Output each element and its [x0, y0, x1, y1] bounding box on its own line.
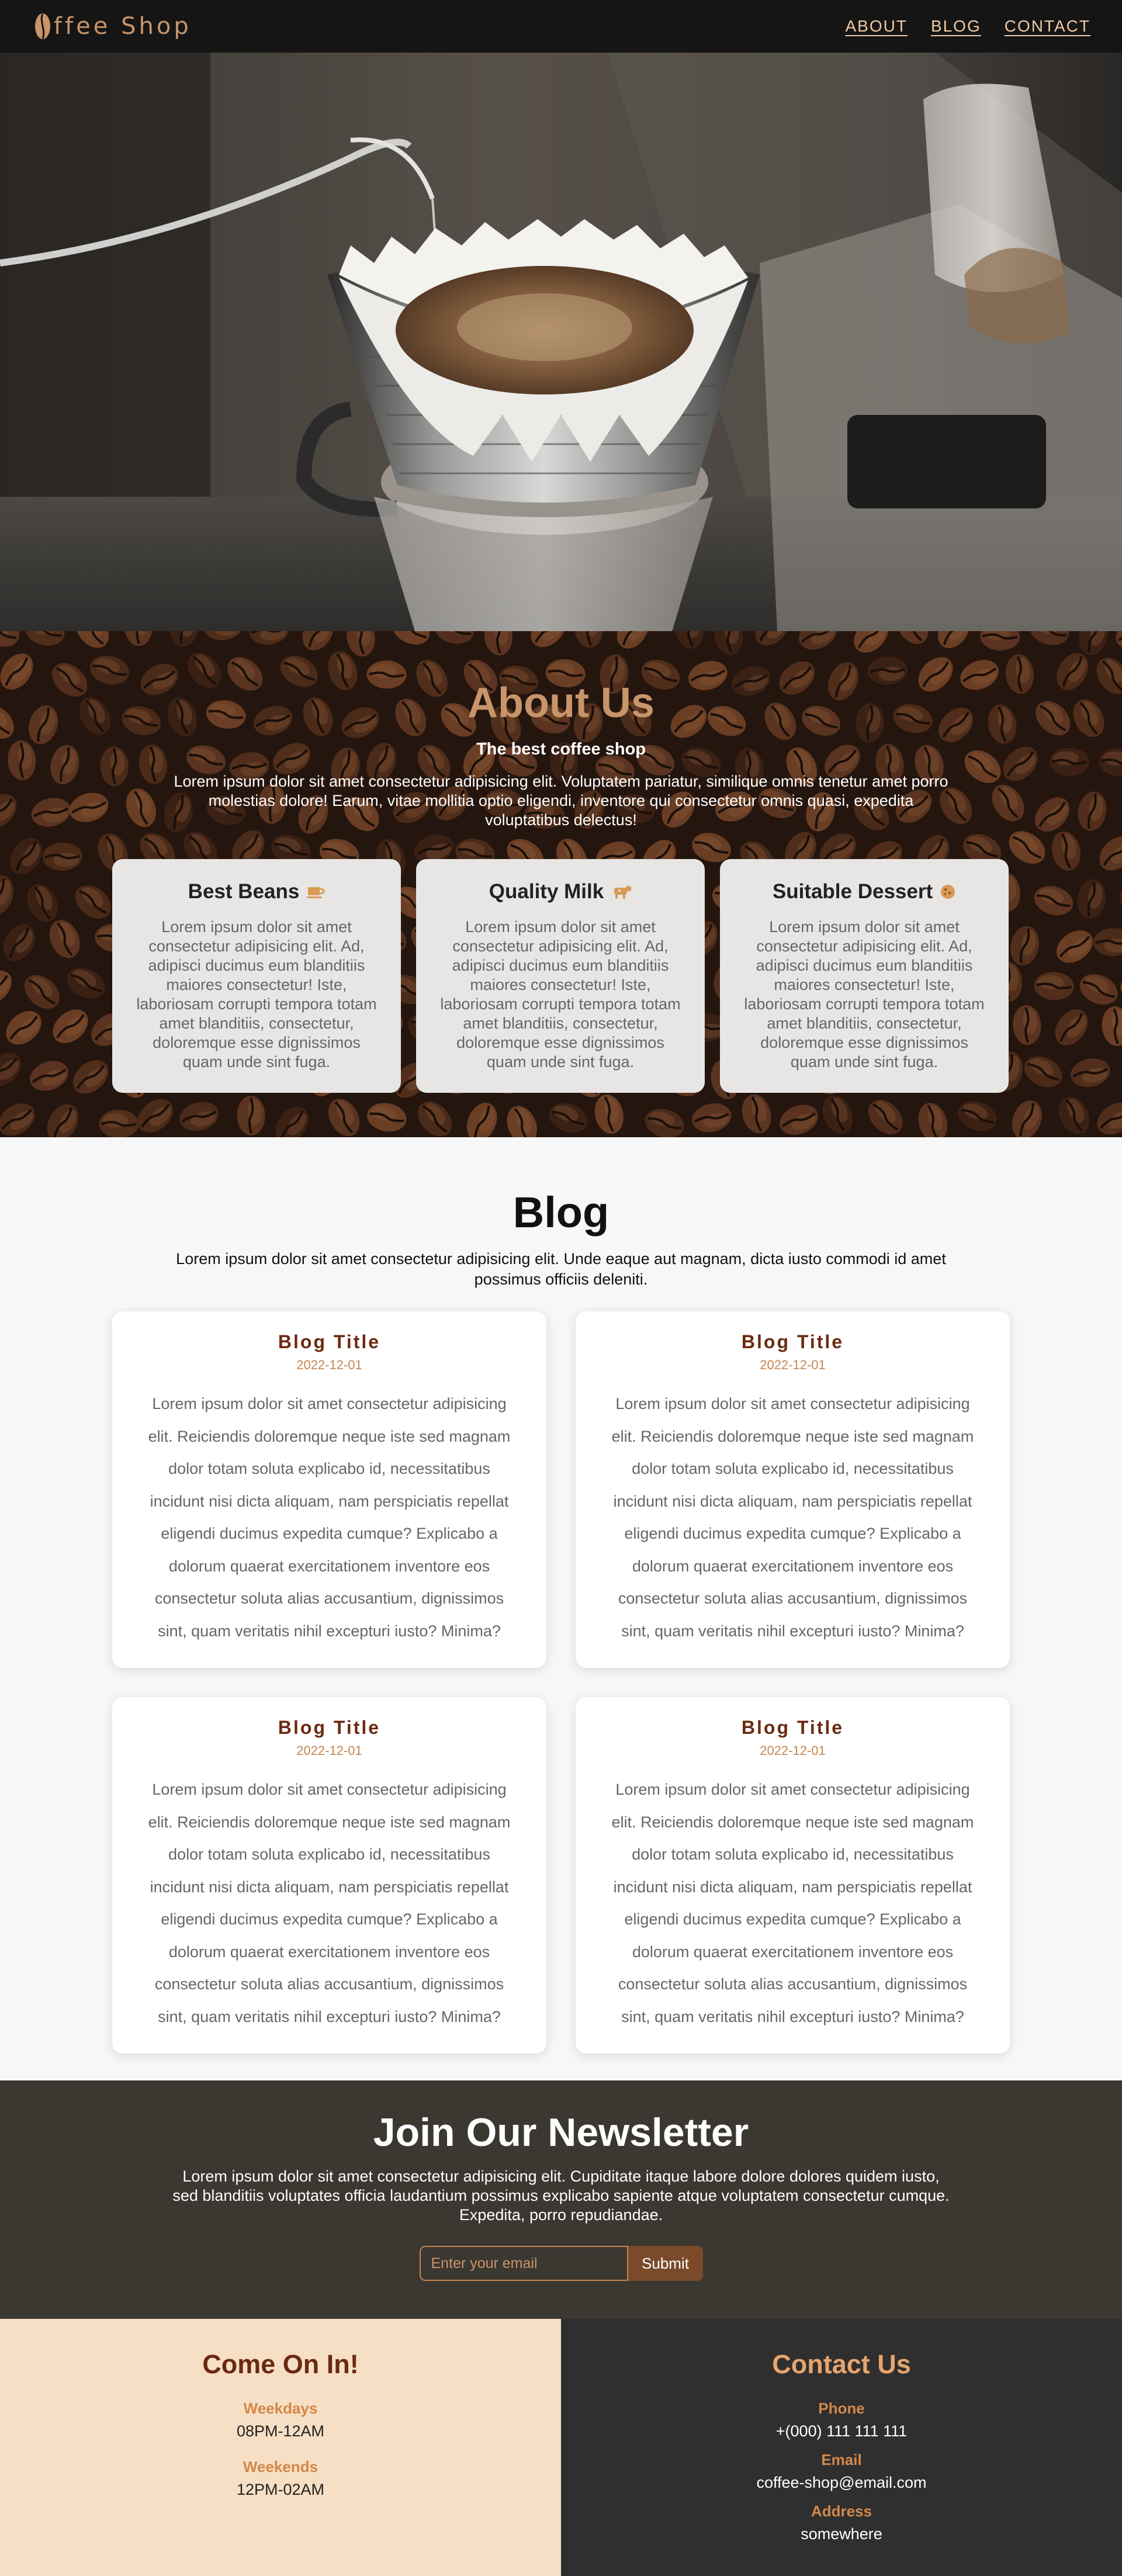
about-section: About Us The best coffee shop Lorem ipsu… [0, 631, 1122, 1137]
opening-hours-title: Come On In! [202, 2349, 359, 2379]
cookie-icon [941, 885, 955, 899]
about-title: About Us [468, 680, 654, 726]
phone-value[interactable]: +(000) 111 111 111 [561, 2422, 1122, 2440]
feature-card-quality-milk: Quality Milk Lorem ipsum dolor sit amet … [416, 859, 705, 1093]
newsletter-description: Lorem ipsum dolor sit amet consectetur a… [172, 2168, 950, 2224]
blog-card-title[interactable]: Blog Title [602, 1717, 983, 1739]
newsletter-section: Join Our Newsletter Lorem ipsum dolor si… [0, 2080, 1122, 2319]
blog-intro: Lorem ipsum dolor sit amet consectetur a… [176, 1250, 946, 1288]
blog-card[interactable]: Blog Title 2022-12-01 Lorem ipsum dolor … [576, 1311, 1010, 1668]
logo-text: ffee Shop [54, 13, 192, 40]
feature-text: Lorem ipsum dolor sit amet consectetur a… [136, 918, 377, 1071]
pour-over-coffee-photo [0, 53, 1122, 631]
nav-link-about[interactable]: ABOUT [845, 17, 907, 36]
opening-hours-panel: Come On In! Weekdays 08PM-12AM Weekends … [0, 2319, 561, 2576]
blog-card-text: Lorem ipsum dolor sit amet consectetur a… [148, 1781, 511, 2026]
about-subtitle: The best coffee shop [476, 740, 646, 759]
newsletter-title: Join Our Newsletter [373, 2110, 749, 2155]
blog-card-date: 2022-12-01 [760, 1743, 826, 1758]
address-value: somewhere [801, 2525, 882, 2543]
blog-card[interactable]: Blog Title 2022-12-01 Lorem ipsum dolor … [112, 1697, 546, 2054]
weekends-hours: 12PM-02AM [236, 2481, 325, 2498]
address-label: Address [811, 2502, 872, 2520]
site-logo[interactable]: ffee Shop [34, 12, 192, 41]
feature-heading: Best Beans [132, 880, 381, 903]
newsletter-form: Submit [0, 2246, 1122, 2281]
feature-text: Lorem ipsum dolor sit amet consectetur a… [744, 918, 985, 1071]
feature-title: Suitable Dessert [772, 880, 933, 903]
newsletter-email-input[interactable] [419, 2246, 628, 2281]
top-navbar: ffee Shop ABOUT BLOG CONTACT [0, 0, 1122, 53]
newsletter-submit-button[interactable]: Submit [628, 2246, 703, 2281]
coffee-cup-icon [307, 887, 325, 898]
blog-card-title[interactable]: Blog Title [602, 1331, 983, 1353]
blog-card-date: 2022-12-01 [296, 1743, 362, 1758]
blog-card[interactable]: Blog Title 2022-12-01 Lorem ipsum dolor … [576, 1697, 1010, 2054]
feature-title: Best Beans [188, 880, 300, 903]
feature-heading: Quality Milk [436, 880, 685, 903]
nav-link-contact[interactable]: CONTACT [1005, 17, 1090, 36]
weekends-label: Weekends [243, 2458, 318, 2475]
feature-heading: Suitable Dessert [740, 880, 989, 903]
blog-card[interactable]: Blog Title 2022-12-01 Lorem ipsum dolor … [112, 1311, 546, 1668]
blog-card-text: Lorem ipsum dolor sit amet consectetur a… [611, 1395, 974, 1640]
contact-panel: Contact Us Phone +(000) 111 111 111 Emai… [561, 2319, 1122, 2576]
phone-label: Phone [818, 2400, 865, 2417]
blog-grid: Blog Title 2022-12-01 Lorem ipsum dolor … [112, 1311, 1010, 2054]
coffee-bean-logo-icon [35, 13, 50, 39]
feature-text: Lorem ipsum dolor sit amet consectetur a… [440, 918, 681, 1071]
blog-card-text: Lorem ipsum dolor sit amet consectetur a… [148, 1395, 511, 1640]
nav-link-blog[interactable]: BLOG [931, 17, 981, 36]
footer: Come On In! Weekdays 08PM-12AM Weekends … [0, 2319, 1122, 2576]
feature-card-best-beans: Best Beans Lorem ipsum dolor sit amet co… [112, 859, 401, 1093]
email-value[interactable]: coffee-shop@email.com [561, 2474, 1122, 2492]
blog-card-date: 2022-12-01 [296, 1358, 362, 1372]
blog-card-text: Lorem ipsum dolor sit amet consectetur a… [611, 1781, 974, 2026]
blog-card-title[interactable]: Blog Title [139, 1717, 520, 1739]
weekdays-label: Weekdays [243, 2400, 318, 2417]
nav-links: ABOUT BLOG CONTACT [845, 17, 1090, 36]
contact-title: Contact Us [772, 2349, 911, 2379]
email-label: Email [821, 2451, 862, 2468]
blog-section: Blog Lorem ipsum dolor sit amet consecte… [0, 1137, 1122, 2080]
about-description: Lorem ipsum dolor sit amet consectetur a… [174, 773, 948, 829]
feature-cards: Best Beans Lorem ipsum dolor sit amet co… [112, 859, 1009, 1093]
hero-image [0, 53, 1122, 631]
background-coffee-bean [99, 1110, 139, 1137]
cow-icon [614, 886, 632, 899]
feature-card-suitable-dessert: Suitable Dessert Lorem ipsum dolor sit a… [720, 859, 1009, 1093]
feature-title: Quality Milk [489, 880, 604, 903]
blog-card-title[interactable]: Blog Title [139, 1331, 520, 1353]
weekdays-hours: 08PM-12AM [236, 2422, 325, 2440]
blog-card-date: 2022-12-01 [760, 1358, 826, 1372]
blog-title: Blog [512, 1188, 610, 1237]
